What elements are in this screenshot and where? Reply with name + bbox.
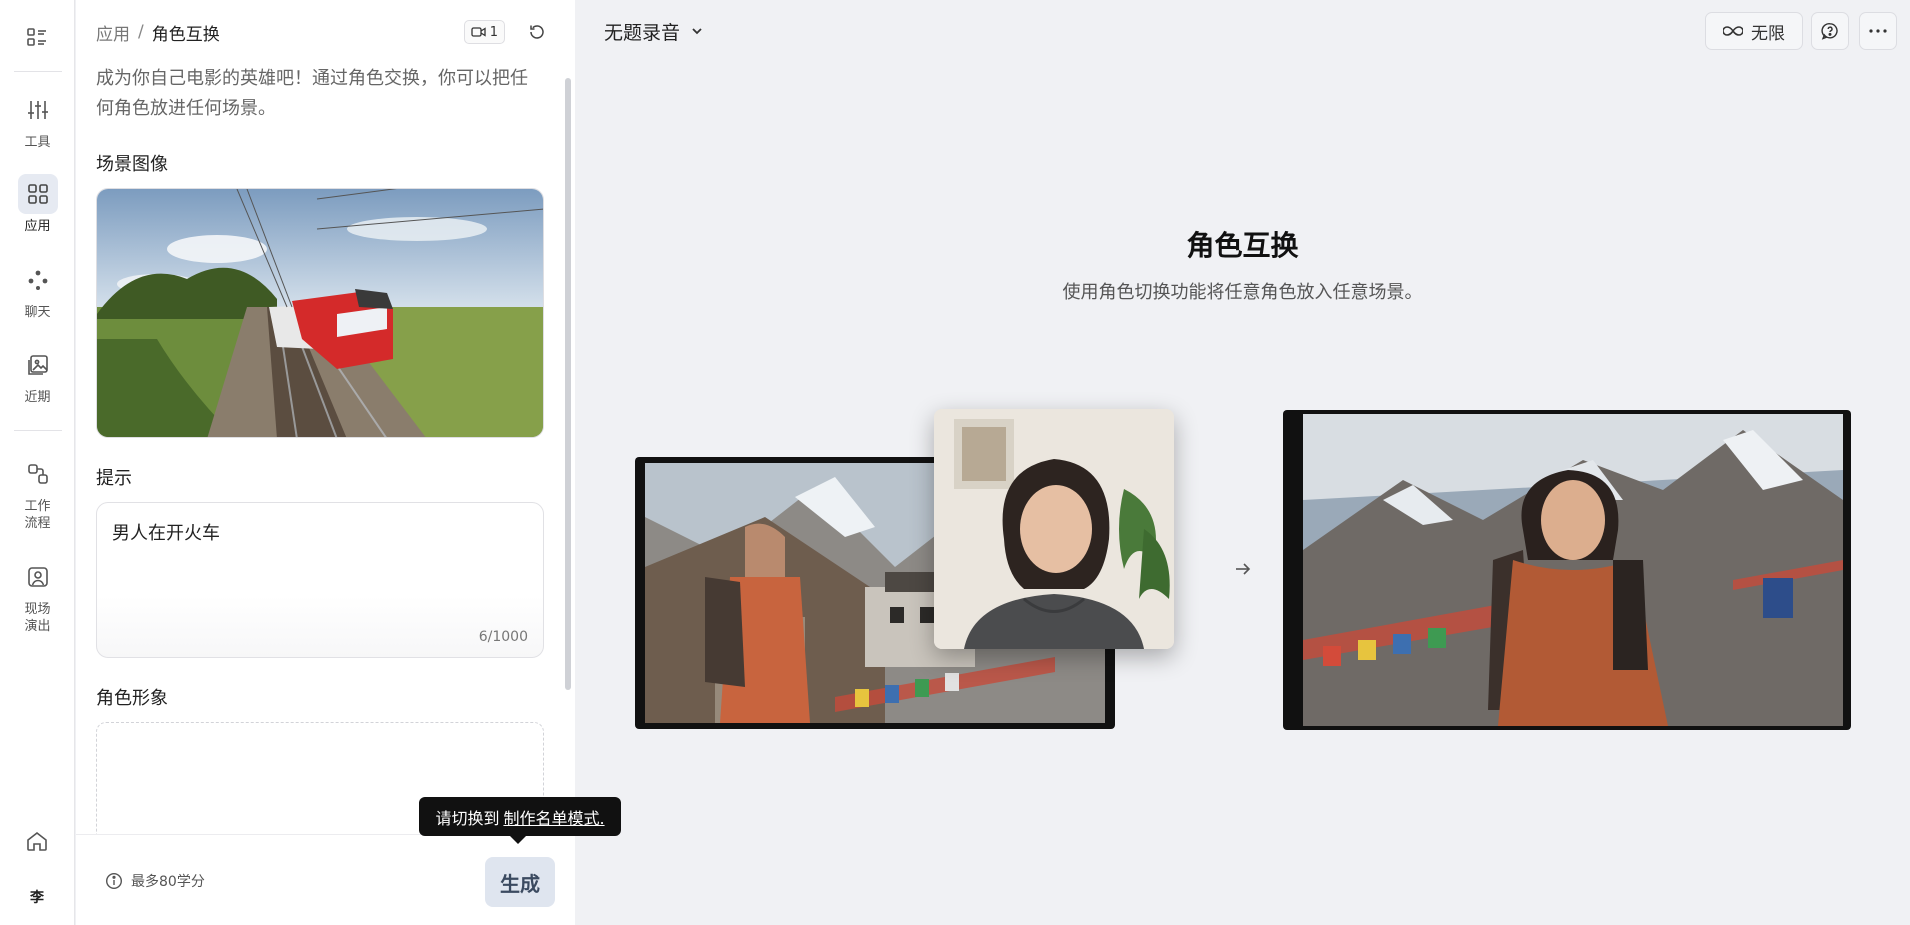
rail-item-live[interactable]: 现场 演出 (0, 557, 75, 635)
credit-info-text: 最多80学分 (131, 874, 205, 890)
history-icon[interactable] (525, 20, 549, 44)
character-section-title: 角色形象 (96, 688, 168, 709)
more-options-icon[interactable] (1859, 12, 1897, 50)
workflow-icon (18, 454, 58, 494)
rail-label: 聊天 (24, 305, 51, 320)
scene-image[interactable] (96, 188, 544, 438)
rail-label: 工作 流程 (24, 499, 51, 531)
rail-item-tools[interactable]: 工具 (0, 90, 75, 151)
prompt-char-count: 6/1000 (478, 629, 528, 645)
rail-label: 现场 演出 (24, 602, 51, 634)
avatar[interactable]: 李 (18, 878, 56, 916)
rail-label: 应用 (24, 219, 51, 234)
rail-divider (14, 430, 62, 431)
breadcrumb-link-apps[interactable]: 应用 (96, 20, 130, 45)
tooltip-text: 请切换到 (435, 808, 500, 828)
breadcrumb: 应用 / 角色互换 1 (96, 18, 555, 46)
recording-title: 无题录音 (604, 21, 681, 44)
main-area: 无题录音 无限 角色互换 使用角色切换功能将任意角色放入任意场景。 (575, 0, 1910, 925)
credit-info: 最多80学分 (105, 871, 205, 891)
app-panel: 应用 / 角色互换 1 成为你自己电影的英雄吧！通过角色交换，你可以把任何角色放… (76, 0, 575, 925)
generate-button[interactable]: 生成 (485, 857, 555, 907)
arrow-right-icon (1232, 558, 1254, 580)
prompt-value[interactable]: 男人在开火车 (112, 519, 528, 545)
panel-content[interactable]: 成为你自己电影的英雄吧！通过角色交换，你可以把任何角色放进任何场景。 场景图像 (96, 64, 544, 834)
scene-section-title: 场景图像 (96, 154, 168, 175)
chevron-down-icon (692, 28, 702, 35)
hero-subtitle: 使用角色切换功能将任意角色放入任意场景。 (1062, 282, 1423, 303)
info-icon (105, 872, 123, 890)
rail-label: 工具 (24, 135, 51, 150)
portrait-icon (18, 557, 58, 597)
gallery-icon (18, 345, 58, 385)
breadcrumb-current: 角色互换 (151, 24, 220, 45)
rail-item-chat[interactable]: 聊天 (0, 260, 75, 321)
prompt-textarea[interactable]: 男人在开火车 6/1000 (96, 502, 544, 658)
panel-scrollbar[interactable] (565, 78, 571, 690)
rail-item-apps[interactable]: 应用 (0, 174, 75, 235)
tooltip: 请切换到 制作名单模式. (419, 797, 621, 844)
unlimited-button[interactable]: 无限 (1705, 12, 1803, 50)
rail-item-workflow[interactable]: 工作 流程 (0, 454, 75, 532)
panel-toggle-icon[interactable] (18, 18, 56, 56)
home-icon[interactable] (18, 822, 56, 860)
infinity-icon (1723, 26, 1743, 36)
prompt-section-title: 提示 (96, 468, 132, 489)
rail-divider (14, 71, 62, 72)
left-rail: 工具 应用 聊天 近期 工作 流程 现场 演出 李 (0, 0, 75, 925)
tooltip-link-credits-mode[interactable]: 制作名单模式. (503, 805, 604, 829)
sliders-icon (18, 90, 58, 130)
video-camera-icon (471, 27, 486, 37)
recording-title-dropdown[interactable]: 无题录音 (604, 16, 704, 46)
unlimited-label: 无限 (1751, 23, 1785, 44)
dots-icon (18, 260, 58, 300)
panel-footer: 最多80学分 生成 (76, 834, 575, 925)
video-count-badge[interactable]: 1 (463, 20, 505, 44)
app-description: 成为你自己电影的英雄吧！通过角色交换，你可以把任何角色放进任何场景。 (96, 68, 528, 119)
grid-icon (17, 174, 58, 214)
example-result-image (1283, 410, 1851, 730)
video-count: 1 (489, 24, 498, 40)
rail-item-recent[interactable]: 近期 (0, 345, 75, 406)
hero-title: 角色互换 (1186, 229, 1299, 262)
rail-label: 近期 (24, 390, 51, 405)
breadcrumb-separator: / (138, 22, 144, 42)
example-character-image (934, 409, 1174, 649)
help-chat-icon[interactable] (1811, 12, 1849, 50)
